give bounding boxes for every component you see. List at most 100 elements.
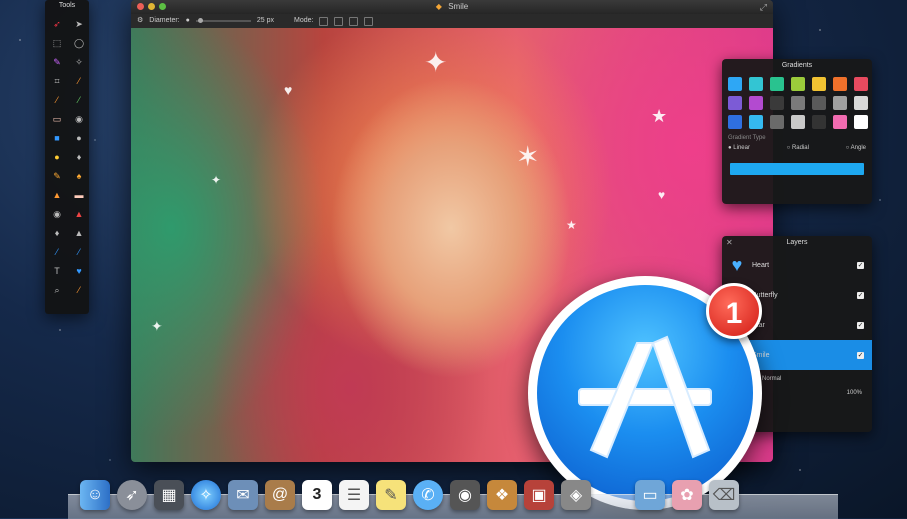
drop-icon[interactable]: ♦ <box>49 225 65 241</box>
photos-icon[interactable]: ✿ <box>672 480 702 510</box>
messages-icon[interactable]: ✆ <box>413 480 443 510</box>
gradient-swatch[interactable] <box>728 115 742 129</box>
gradient-swatch[interactable] <box>749 115 763 129</box>
butterfly-shape: ✦ <box>424 47 448 78</box>
gradient-swatch[interactable] <box>791 115 805 129</box>
pencil-icon[interactable]: ⁄ <box>71 92 87 108</box>
pixelmator-icon[interactable]: ◈ <box>561 480 591 510</box>
visibility-checkbox[interactable]: ✓ <box>857 321 864 329</box>
mode-intersect-button[interactable] <box>364 16 374 26</box>
minimize-button[interactable] <box>148 3 155 10</box>
fullscreen-icon[interactable]: ⤢ <box>760 0 767 14</box>
diameter-value[interactable]: 25 px <box>257 14 274 28</box>
radial-label: Radial <box>791 145 809 151</box>
close-icon[interactable]: ✕ <box>726 236 733 250</box>
gradient-swatch[interactable] <box>728 77 742 91</box>
pen-icon[interactable]: ⁄ <box>71 73 87 89</box>
mode-add-button[interactable] <box>334 16 344 26</box>
angle-label: Angle <box>850 145 866 151</box>
gradient-type-radial[interactable]: ○ Radial <box>787 145 809 151</box>
rect-select-icon[interactable]: ⬚ <box>49 35 65 51</box>
sharpen-icon[interactable]: ▲ <box>71 206 87 222</box>
heart-icon[interactable]: ♥ <box>71 263 87 279</box>
crop-icon[interactable]: ⌗ <box>49 73 65 89</box>
line-icon[interactable]: ⁄ <box>49 244 65 260</box>
notes-icon[interactable]: ✎ <box>376 480 406 510</box>
window-controls <box>137 3 166 10</box>
gradient-swatch[interactable] <box>791 96 805 110</box>
gradient-swatch[interactable] <box>854 77 868 91</box>
gradient-swatch[interactable] <box>812 96 826 110</box>
stamp-icon[interactable]: ▲ <box>49 187 65 203</box>
gradient-swatch[interactable] <box>749 77 763 91</box>
finder-icon[interactable]: ☺ <box>80 480 110 510</box>
gradient-swatch[interactable] <box>812 77 826 91</box>
visibility-checkbox[interactable]: ✓ <box>857 291 864 299</box>
brush-icon[interactable]: ⁄ <box>49 92 65 108</box>
reminders-icon[interactable]: ☰ <box>339 480 369 510</box>
linear-label: Linear <box>733 145 750 151</box>
gradient-preview-bar[interactable] <box>730 163 864 175</box>
diameter-slider[interactable] <box>195 18 251 23</box>
ellipse-select-icon[interactable]: ◯ <box>71 35 87 51</box>
photo-booth-icon[interactable]: ❖ <box>487 480 517 510</box>
gradient-type-linear[interactable]: ● Linear <box>728 145 750 151</box>
gradient-swatch[interactable] <box>770 96 784 110</box>
contacts-icon[interactable]: @ <box>265 480 295 510</box>
picker-icon[interactable]: ⁄ <box>71 282 87 298</box>
mission-control-icon[interactable]: ▦ <box>154 480 184 510</box>
safari-icon[interactable]: ✧ <box>191 480 221 510</box>
eye-icon[interactable]: ◉ <box>49 206 65 222</box>
gradient-swatch[interactable] <box>770 115 784 129</box>
gradient-swatch[interactable] <box>770 77 784 91</box>
gear-icon[interactable]: ⚙ <box>137 14 143 28</box>
gradient-swatch[interactable] <box>833 96 847 110</box>
arrow-icon[interactable]: ➶ <box>49 16 65 32</box>
zoom-button[interactable] <box>159 3 166 10</box>
mail-icon[interactable]: ✉ <box>228 480 258 510</box>
dodge-icon[interactable]: ♠ <box>71 168 87 184</box>
gradient-swatch[interactable] <box>854 115 868 129</box>
trash-icon[interactable]: ⌫ <box>709 480 739 510</box>
gradient-swatch[interactable] <box>833 77 847 91</box>
select-icon[interactable]: ➤ <box>71 16 87 32</box>
zoom-icon[interactable]: ⌕ <box>49 282 65 298</box>
butterfly-shape: ✦ <box>151 318 163 334</box>
calendar-icon[interactable]: 3 <box>302 480 332 510</box>
blur-icon[interactable]: ♦ <box>71 149 87 165</box>
fill-icon[interactable]: ◉ <box>71 111 87 127</box>
wand-icon[interactable]: ✧ <box>71 54 87 70</box>
eraser-icon[interactable]: ▭ <box>49 111 65 127</box>
mode-normal-button[interactable] <box>319 16 329 26</box>
close-button[interactable] <box>137 3 144 10</box>
triangle-icon[interactable]: ▲ <box>71 225 87 241</box>
layer-row-heart[interactable]: ♥ Heart ✓ <box>722 250 872 280</box>
heart-shape: ♥ <box>284 82 293 98</box>
mode-subtract-button[interactable] <box>349 16 359 26</box>
facetime-icon[interactable]: ◉ <box>450 480 480 510</box>
blend-mode-value: Normal <box>762 376 782 382</box>
heal-icon[interactable]: ▬ <box>71 187 87 203</box>
gradient-swatch[interactable] <box>812 115 826 129</box>
text-icon[interactable]: T <box>49 263 65 279</box>
smudge-icon[interactable]: ● <box>49 149 65 165</box>
gradient-swatch[interactable] <box>749 96 763 110</box>
gradient-swatch[interactable] <box>728 96 742 110</box>
lasso-icon[interactable]: ✎ <box>49 54 65 70</box>
mode-label: Mode: <box>293 17 314 24</box>
curve-icon[interactable]: ⁄ <box>71 244 87 260</box>
folder-icon[interactable]: ▭ <box>635 480 665 510</box>
rect-icon[interactable]: ■ <box>49 130 65 146</box>
ellipse-icon[interactable]: ● <box>71 130 87 146</box>
launchpad-icon[interactable]: ➶ <box>117 480 147 510</box>
visibility-checkbox[interactable]: ✓ <box>857 261 864 269</box>
gradient-type-angle[interactable]: ○ Angle <box>846 145 866 151</box>
gradient-swatch[interactable] <box>854 96 868 110</box>
dock-icons: ☺ ➶ ▦ ✧ ✉ @ 3 ☰ ✎ ✆ ◉ ❖ ▣ ◈ A ▭ ✿ ⌫ <box>80 480 739 510</box>
gradient-swatch[interactable] <box>833 115 847 129</box>
gradient-swatch[interactable] <box>791 77 805 91</box>
sponge-icon[interactable]: ✎ <box>49 168 65 184</box>
preview-icon[interactable]: ▣ <box>524 480 554 510</box>
window-titlebar[interactable]: ◆ Smile ⤢ <box>131 0 773 14</box>
visibility-checkbox[interactable]: ✓ <box>857 351 864 359</box>
